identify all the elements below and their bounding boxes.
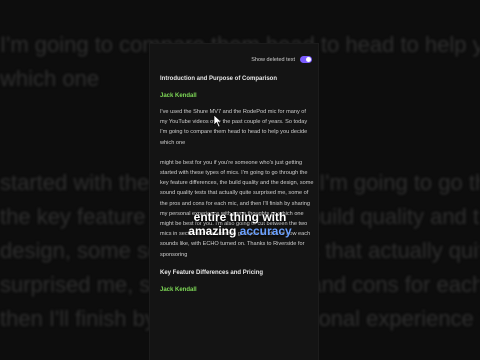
speaker-name: Jack Kendall [160, 286, 197, 293]
video-caption: entire thing with amazing accuracy [0, 210, 480, 238]
speaker-name: Jack Kendall [160, 93, 197, 99]
mouse-cursor-icon [213, 114, 223, 128]
section-title: Key Feature Differences and Pricing [160, 269, 264, 276]
transcript-paragraph[interactable]: I've used the Shure MV7 and the RodePod … [160, 107, 314, 148]
caption-line: entire thing with [193, 210, 287, 224]
caption-line: amazing accuracy [0, 224, 480, 238]
show-deleted-toggle-row[interactable]: Show deleted text [251, 56, 312, 63]
transcript-panel: Show deleted text Introduction and Purpo… [150, 44, 318, 360]
transcript-content: Introduction and Purpose of Comparison J… [160, 76, 314, 301]
bg-line: which one [0, 66, 100, 91]
section-title: Introduction and Purpose of Comparison [160, 76, 277, 82]
caption-word: amazing [188, 224, 240, 238]
transcript-paragraph[interactable]: might be best for you if you're someone … [160, 158, 314, 260]
show-deleted-toggle[interactable] [300, 56, 312, 63]
caption-highlight-word: accuracy [239, 224, 292, 238]
show-deleted-label: Show deleted text [251, 56, 295, 63]
